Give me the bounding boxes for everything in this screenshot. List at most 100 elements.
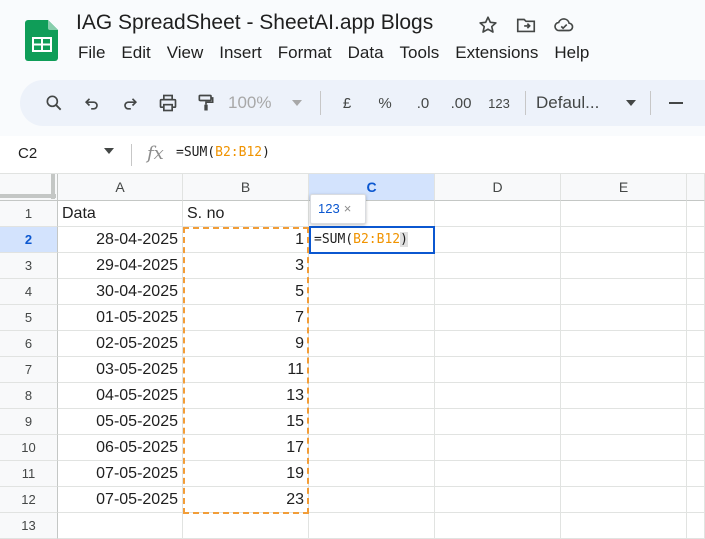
cell-d2[interactable]	[435, 227, 561, 253]
menu-insert[interactable]: Insert	[211, 42, 270, 66]
row-header-1[interactable]: 1	[0, 201, 58, 227]
cell-e7[interactable]	[561, 357, 687, 383]
row-header-12[interactable]: 12	[0, 487, 58, 513]
row-header-2[interactable]: 2	[0, 227, 58, 253]
cloud-status-icon[interactable]	[552, 13, 576, 37]
cell-c10[interactable]	[309, 435, 435, 461]
cell-b4[interactable]: 5	[183, 279, 309, 305]
cell-e11[interactable]	[561, 461, 687, 487]
cell-partial[interactable]	[687, 357, 705, 383]
cell-d13[interactable]	[435, 513, 561, 539]
cell-d5[interactable]	[435, 305, 561, 331]
cell-partial[interactable]	[687, 305, 705, 331]
print-icon[interactable]	[152, 87, 184, 119]
cell-c5[interactable]	[309, 305, 435, 331]
cell-d8[interactable]	[435, 383, 561, 409]
row-header-3[interactable]: 3	[0, 253, 58, 279]
undo-icon[interactable]	[76, 87, 108, 119]
cell-b11[interactable]: 19	[183, 461, 309, 487]
document-title[interactable]: IAG SpreadSheet - SheetAI.app Blogs	[76, 11, 433, 35]
name-box[interactable]: C2	[18, 145, 37, 162]
cell-d4[interactable]	[435, 279, 561, 305]
menu-data[interactable]: Data	[340, 42, 392, 66]
column-header-a[interactable]: A	[58, 174, 183, 201]
close-icon[interactable]: ×	[344, 201, 352, 216]
menu-file[interactable]: File	[70, 42, 113, 66]
cell-partial[interactable]	[687, 435, 705, 461]
column-header-e[interactable]: E	[561, 174, 687, 201]
redo-icon[interactable]	[114, 87, 146, 119]
cell-partial[interactable]	[687, 487, 705, 513]
cell-c4[interactable]	[309, 279, 435, 305]
row-header-9[interactable]: 9	[0, 409, 58, 435]
cell-e1[interactable]	[561, 201, 687, 227]
cell-b7[interactable]: 11	[183, 357, 309, 383]
select-all-corner[interactable]	[0, 174, 58, 201]
column-header-d[interactable]: D	[435, 174, 561, 201]
cell-c13[interactable]	[309, 513, 435, 539]
cell-b10[interactable]: 17	[183, 435, 309, 461]
cell-a3[interactable]: 29-04-2025	[58, 253, 183, 279]
cell-e3[interactable]	[561, 253, 687, 279]
menu-view[interactable]: View	[159, 42, 212, 66]
row-header-4[interactable]: 4	[0, 279, 58, 305]
cell-b2[interactable]: 1	[183, 227, 309, 253]
menu-edit[interactable]: Edit	[113, 42, 158, 66]
cell-c11[interactable]	[309, 461, 435, 487]
name-box-caret-icon[interactable]	[104, 148, 114, 154]
cell-partial[interactable]	[687, 227, 705, 253]
cell-c7[interactable]	[309, 357, 435, 383]
formula-input[interactable]: =SUM(B2:B12)	[176, 145, 270, 160]
cell-d1[interactable]	[435, 201, 561, 227]
font-size-decrease-icon[interactable]	[661, 87, 693, 119]
cell-partial[interactable]	[687, 461, 705, 487]
cell-c12[interactable]	[309, 487, 435, 513]
number-format-button[interactable]: 123	[483, 87, 515, 119]
sheets-logo-icon[interactable]	[24, 18, 60, 62]
menu-format[interactable]: Format	[270, 42, 340, 66]
column-header-b[interactable]: B	[183, 174, 309, 201]
row-header-8[interactable]: 8	[0, 383, 58, 409]
cell-partial[interactable]	[687, 513, 705, 539]
cell-b1[interactable]: S. no	[183, 201, 309, 227]
cell-d9[interactable]	[435, 409, 561, 435]
cell-c3[interactable]	[309, 253, 435, 279]
cell-c6[interactable]	[309, 331, 435, 357]
currency-button[interactable]: £	[331, 87, 363, 119]
cell-partial[interactable]	[687, 253, 705, 279]
cell-b9[interactable]: 15	[183, 409, 309, 435]
cell-d12[interactable]	[435, 487, 561, 513]
cell-a11[interactable]: 07-05-2025	[58, 461, 183, 487]
cell-e4[interactable]	[561, 279, 687, 305]
cell-a5[interactable]: 01-05-2025	[58, 305, 183, 331]
cell-e5[interactable]	[561, 305, 687, 331]
cell-e2[interactable]	[561, 227, 687, 253]
cell-c9[interactable]	[309, 409, 435, 435]
cell-partial[interactable]	[687, 201, 705, 227]
cell-d7[interactable]	[435, 357, 561, 383]
cell-editor[interactable]: =SUM(B2:B12)	[309, 226, 435, 254]
cell-e9[interactable]	[561, 409, 687, 435]
cell-b6[interactable]: 9	[183, 331, 309, 357]
cell-d11[interactable]	[435, 461, 561, 487]
row-header-13[interactable]: 13	[0, 513, 58, 539]
row-header-5[interactable]: 5	[0, 305, 58, 331]
cell-a7[interactable]: 03-05-2025	[58, 357, 183, 383]
cell-a10[interactable]: 06-05-2025	[58, 435, 183, 461]
cell-a6[interactable]: 02-05-2025	[58, 331, 183, 357]
cell-b13[interactable]	[183, 513, 309, 539]
zoom-select[interactable]: 100%	[228, 87, 310, 119]
cell-a2[interactable]: 28-04-2025	[58, 227, 183, 253]
cell-a4[interactable]: 30-04-2025	[58, 279, 183, 305]
cell-b5[interactable]: 7	[183, 305, 309, 331]
increase-decimal-button[interactable]: .00	[445, 87, 477, 119]
menu-extensions[interactable]: Extensions	[447, 42, 546, 66]
row-header-10[interactable]: 10	[0, 435, 58, 461]
decrease-decimal-button[interactable]: .0	[407, 87, 439, 119]
cell-partial[interactable]	[687, 331, 705, 357]
column-header-partial[interactable]	[687, 174, 705, 201]
cell-partial[interactable]	[687, 409, 705, 435]
cell-e13[interactable]	[561, 513, 687, 539]
cell-e8[interactable]	[561, 383, 687, 409]
star-icon[interactable]	[476, 13, 500, 37]
